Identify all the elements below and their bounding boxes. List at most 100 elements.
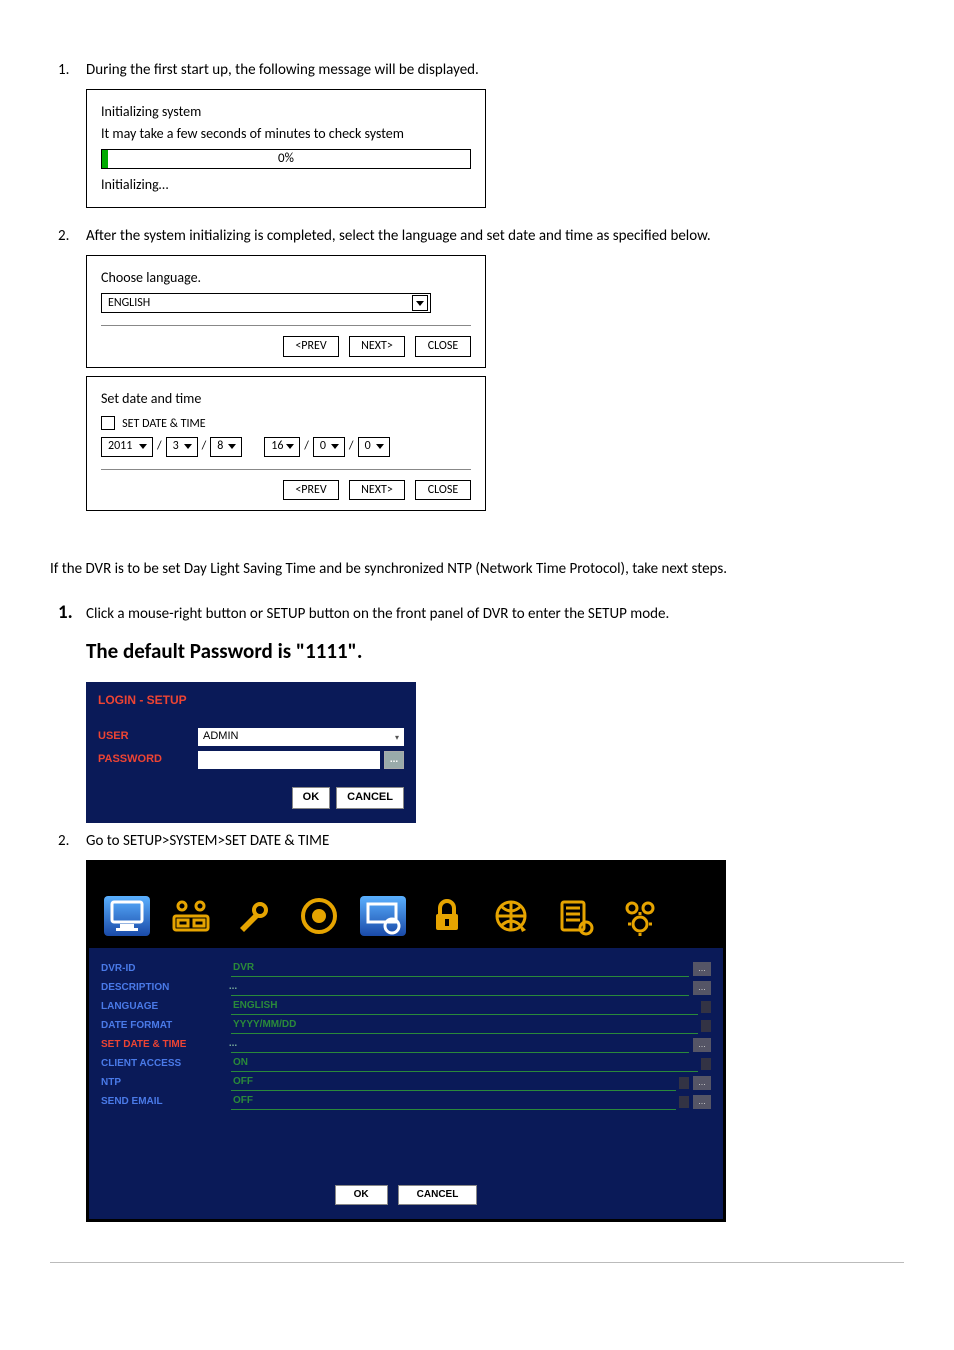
slash: / bbox=[304, 438, 309, 455]
login-dialog: LOGIN - SETUP USER ADMIN ▾ PASSWORD ... … bbox=[86, 682, 416, 822]
setup-row: CLIENT ACCESSON bbox=[101, 1056, 711, 1072]
chevron-down-icon[interactable] bbox=[701, 1001, 711, 1013]
setup-row-label: SET DATE & TIME bbox=[101, 1038, 231, 1052]
setup-row: LANGUAGEENGLISH bbox=[101, 999, 711, 1015]
setup-row-value[interactable]: OFF bbox=[231, 1075, 676, 1091]
setup-row: NTPOFF... bbox=[101, 1075, 711, 1091]
step1-text: During the first start up, the following… bbox=[86, 60, 904, 81]
datetime-dialog: Set date and time SET DATE & TIME 2011 /… bbox=[86, 376, 486, 511]
chevron-down-icon[interactable] bbox=[701, 1058, 711, 1070]
log-tab-icon[interactable] bbox=[547, 892, 603, 940]
setup-step2-text: Go to SETUP>SYSTEM>SET DATE & TIME bbox=[86, 831, 904, 852]
chevron-down-icon[interactable] bbox=[373, 440, 387, 454]
ok-button[interactable]: OK bbox=[335, 1185, 388, 1205]
record-tab-icon[interactable] bbox=[291, 892, 347, 940]
page-footer-rule bbox=[50, 1262, 904, 1263]
user-select[interactable]: ADMIN ▾ bbox=[198, 728, 404, 746]
language-value: ENGLISH bbox=[108, 295, 150, 312]
next-button[interactable]: NEXT> bbox=[349, 480, 405, 501]
prev-button[interactable]: <PREV bbox=[283, 480, 339, 501]
list-number: 2. bbox=[50, 226, 86, 247]
setup-row-value[interactable]: YYYY/MM/DD bbox=[231, 1018, 698, 1034]
minute-select[interactable]: 0 bbox=[313, 437, 345, 457]
chevron-down-icon[interactable]: ▾ bbox=[395, 732, 399, 743]
day-select[interactable]: 8 bbox=[210, 437, 242, 457]
chevron-down-icon[interactable] bbox=[181, 440, 195, 454]
init-line1: Initializing system bbox=[101, 102, 471, 122]
chevron-down-icon[interactable] bbox=[283, 440, 297, 454]
second-value: 0 bbox=[365, 438, 371, 455]
year-value: 2011 bbox=[108, 438, 132, 455]
setup-row: SEND EMAILOFF... bbox=[101, 1094, 711, 1110]
chevron-down-icon[interactable] bbox=[679, 1096, 689, 1108]
display-tab-icon[interactable] bbox=[99, 892, 155, 940]
close-button[interactable]: CLOSE bbox=[415, 480, 471, 501]
ok-button[interactable]: OK bbox=[292, 787, 331, 808]
more-button[interactable]: ... bbox=[693, 981, 711, 995]
cancel-button[interactable]: CANCEL bbox=[336, 787, 404, 808]
chevron-down-icon[interactable] bbox=[328, 440, 342, 454]
chevron-down-icon[interactable] bbox=[412, 295, 428, 311]
setup-row-label: SEND EMAIL bbox=[101, 1095, 231, 1109]
chevron-down-icon[interactable] bbox=[679, 1077, 689, 1089]
tools-tab-icon[interactable] bbox=[227, 892, 283, 940]
year-select[interactable]: 2011 bbox=[101, 437, 153, 457]
prev-button[interactable]: <PREV bbox=[283, 336, 339, 357]
password-label: PASSWORD bbox=[98, 752, 198, 767]
chevron-down-icon[interactable] bbox=[136, 440, 150, 454]
devices-tab-icon[interactable] bbox=[163, 892, 219, 940]
misc-tab-icon[interactable] bbox=[611, 892, 667, 940]
language-dialog: Choose language. ENGLISH <PREV NEXT> CLO… bbox=[86, 255, 486, 368]
setup-row: DESCRIPTION...... bbox=[101, 980, 711, 996]
setup-row-label: DVR-ID bbox=[101, 962, 231, 976]
setup-row-value[interactable]: ... bbox=[231, 980, 689, 996]
close-button[interactable]: CLOSE bbox=[415, 336, 471, 357]
more-button[interactable]: ... bbox=[693, 1038, 711, 1052]
dt-title: Set date and time bbox=[101, 389, 471, 409]
setup-row-label: DATE FORMAT bbox=[101, 1019, 231, 1033]
more-button[interactable]: ... bbox=[693, 962, 711, 976]
setup-row-value[interactable]: ON bbox=[231, 1056, 698, 1072]
cancel-button[interactable]: CANCEL bbox=[398, 1185, 478, 1205]
hour-value: 16 bbox=[271, 438, 283, 455]
lang-title: Choose language. bbox=[101, 268, 471, 288]
progress-pct: 0% bbox=[102, 150, 470, 168]
more-button[interactable]: ... bbox=[693, 1095, 711, 1109]
password-keypad-button[interactable]: ... bbox=[384, 751, 404, 769]
init-dialog: Initializing system It may take a few se… bbox=[86, 89, 486, 208]
setup-row-value[interactable]: ... bbox=[231, 1037, 689, 1053]
login-title: LOGIN - SETUP bbox=[86, 682, 416, 717]
setup-row-label: LANGUAGE bbox=[101, 1000, 231, 1014]
list-number: 2. bbox=[50, 831, 86, 852]
dt-label: SET DATE & TIME bbox=[122, 417, 205, 431]
hour-select[interactable]: 16 bbox=[264, 437, 300, 457]
setup-row: SET DATE & TIME...... bbox=[101, 1037, 711, 1053]
more-button[interactable]: ... bbox=[693, 1076, 711, 1090]
month-select[interactable]: 3 bbox=[166, 437, 198, 457]
next-button[interactable]: NEXT> bbox=[349, 336, 405, 357]
network-tab-icon[interactable] bbox=[483, 892, 539, 940]
setup-row: DATE FORMATYYYY/MM/DD bbox=[101, 1018, 711, 1034]
chevron-down-icon[interactable] bbox=[225, 440, 239, 454]
init-status: Initializing… bbox=[101, 175, 471, 195]
list-number: 1. bbox=[50, 60, 86, 81]
minute-value: 0 bbox=[320, 438, 326, 455]
security-tab-icon[interactable] bbox=[419, 892, 475, 940]
second-select[interactable]: 0 bbox=[358, 437, 390, 457]
ntp-paragraph: If the DVR is to be set Day Light Saving… bbox=[50, 559, 904, 580]
user-label: USER bbox=[98, 729, 198, 744]
system-tab-icon[interactable] bbox=[355, 892, 411, 940]
setup-row-value[interactable]: DVR bbox=[231, 961, 689, 977]
setup-system-panel: DVR-IDDVR...DESCRIPTION......LANGUAGEENG… bbox=[86, 860, 726, 1222]
default-password-heading: The default Password is "1111". bbox=[86, 637, 904, 666]
language-select[interactable]: ENGLISH bbox=[101, 293, 431, 313]
setup-row-label: CLIENT ACCESS bbox=[101, 1057, 231, 1071]
progress-bar: 0% bbox=[101, 149, 471, 169]
setup-row: DVR-IDDVR... bbox=[101, 961, 711, 977]
set-datetime-checkbox[interactable] bbox=[101, 416, 115, 430]
setup-row-value[interactable]: OFF bbox=[231, 1094, 676, 1110]
password-field[interactable] bbox=[198, 751, 380, 769]
setup-row-value[interactable]: ENGLISH bbox=[231, 999, 698, 1015]
chevron-down-icon[interactable] bbox=[701, 1020, 711, 1032]
init-line2: It may take a few seconds of minutes to … bbox=[101, 124, 471, 144]
